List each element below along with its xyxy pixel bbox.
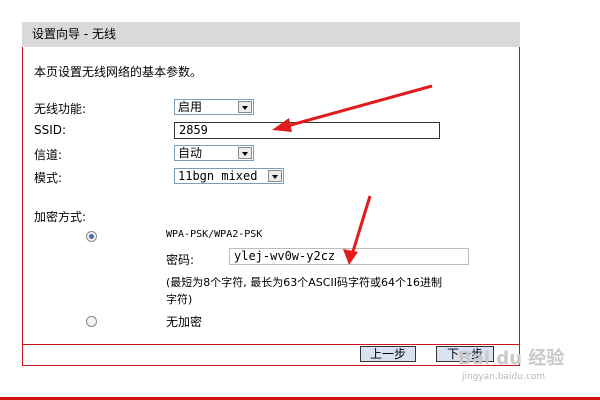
- wpa-option-label: WPA-PSK/WPA2-PSK: [166, 229, 263, 240]
- wpa-radio[interactable]: [86, 231, 97, 242]
- chevron-down-icon: [238, 101, 252, 113]
- mode-select[interactable]: 11bgn mixed: [174, 168, 284, 184]
- no-encryption-radio[interactable]: [86, 316, 97, 327]
- password-note-line1: (最短为8个字符, 最长为63个ASCII码字符或64个16进制: [166, 276, 442, 289]
- encryption-label: 加密方式:: [34, 210, 87, 224]
- ssid-input[interactable]: 2859: [174, 122, 440, 139]
- ssid-label: SSID:: [34, 123, 67, 137]
- chevron-down-icon: [238, 147, 252, 159]
- password-note-line2: 字符): [166, 293, 193, 306]
- wizard-frame: [22, 47, 520, 366]
- wizard-title: 设置向导 - 无线: [22, 22, 520, 47]
- chevron-down-icon: [268, 170, 282, 182]
- channel-select-value: 自动: [178, 146, 203, 160]
- channel-label: 信道:: [34, 148, 63, 162]
- password-input[interactable]: ylej-wv0w-y2cz: [229, 248, 469, 265]
- watermark-logo: Bai du 经验: [458, 348, 565, 369]
- wireless-select-value: 启用: [178, 100, 203, 114]
- wireless-select[interactable]: 启用: [174, 99, 254, 115]
- wireless-label: 无线功能:: [34, 102, 87, 116]
- intro-text: 本页设置无线网络的基本参数。: [34, 65, 203, 79]
- channel-select[interactable]: 自动: [174, 145, 254, 161]
- watermark-url: jingyan.baidu.com: [462, 372, 546, 382]
- mode-select-value: 11bgn mixed: [178, 169, 258, 183]
- prev-button[interactable]: 上一步: [360, 346, 416, 362]
- password-label: 密码:: [166, 253, 195, 267]
- mode-label: 模式:: [34, 171, 63, 185]
- no-encryption-label: 无加密: [166, 315, 203, 329]
